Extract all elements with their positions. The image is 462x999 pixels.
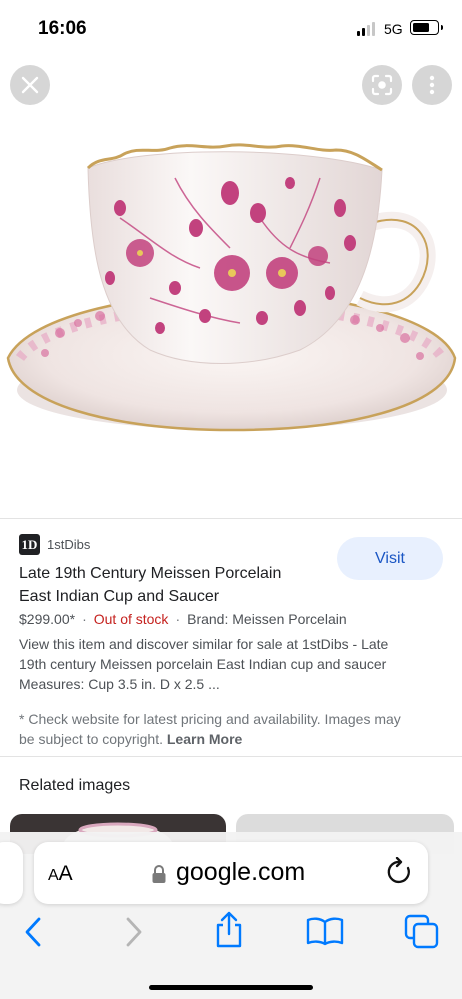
url-text[interactable]: google.com — [176, 858, 305, 887]
description-line: 19th century Meissen porcelain East Indi… — [19, 656, 387, 672]
lens-icon — [371, 74, 393, 96]
learn-more-link[interactable]: Learn More — [167, 731, 242, 747]
lens-button[interactable] — [362, 65, 402, 105]
status-bar: 16:06 5G — [0, 0, 462, 58]
previous-tab-peek[interactable] — [0, 842, 23, 904]
more-vert-icon — [429, 75, 435, 95]
result-title[interactable]: Late 19th Century Meissen Porcelain East… — [19, 562, 329, 608]
price: $299.00* — [19, 611, 76, 627]
reader-settings-button[interactable]: AA — [48, 862, 73, 886]
back-icon[interactable] — [22, 917, 44, 947]
divider — [0, 518, 462, 519]
cup-and-saucer-image — [6, 143, 457, 432]
more-options-button[interactable] — [412, 65, 452, 105]
lock-icon — [152, 865, 166, 883]
result-description: View this item and discover similar for … — [19, 634, 439, 694]
brand: Brand: Meissen Porcelain — [187, 611, 347, 627]
source-name[interactable]: 1stDibs — [47, 537, 90, 552]
source-logo: 1D — [19, 534, 40, 555]
result-title-line: Late 19th Century Meissen Porcelain — [19, 565, 282, 582]
signal-icon — [357, 22, 377, 36]
result-meta: $299.00* · Out of stock · Brand: Meissen Por… — [19, 611, 347, 627]
description-line: View this item and discover similar for … — [19, 636, 389, 652]
status-time: 16:06 — [38, 18, 87, 39]
reload-icon[interactable] — [386, 857, 414, 887]
disclaimer: * Check website for latest pricing and a… — [19, 709, 444, 749]
share-icon[interactable] — [213, 911, 245, 949]
description-line: Measures: Cup 3.5 in. D x 2.5 ... — [19, 676, 220, 692]
battery-icon — [410, 20, 443, 35]
divider — [0, 756, 462, 757]
close-icon — [21, 76, 39, 94]
forward-icon[interactable] — [123, 917, 145, 947]
result-title-line: East Indian Cup and Saucer — [19, 588, 220, 605]
bookmarks-icon[interactable] — [306, 916, 344, 946]
disclaimer-line: * Check website for latest pricing and a… — [19, 711, 401, 727]
disclaimer-line: be subject to copyright. — [19, 731, 163, 747]
stock-status: Out of stock — [93, 611, 169, 627]
visit-button[interactable]: Visit — [337, 537, 443, 580]
image-viewer[interactable] — [0, 58, 462, 518]
home-indicator — [149, 985, 313, 990]
close-button[interactable] — [10, 65, 50, 105]
related-images-heading: Related images — [19, 777, 131, 794]
tabs-icon[interactable] — [404, 914, 440, 950]
network-type: 5G — [384, 21, 403, 37]
